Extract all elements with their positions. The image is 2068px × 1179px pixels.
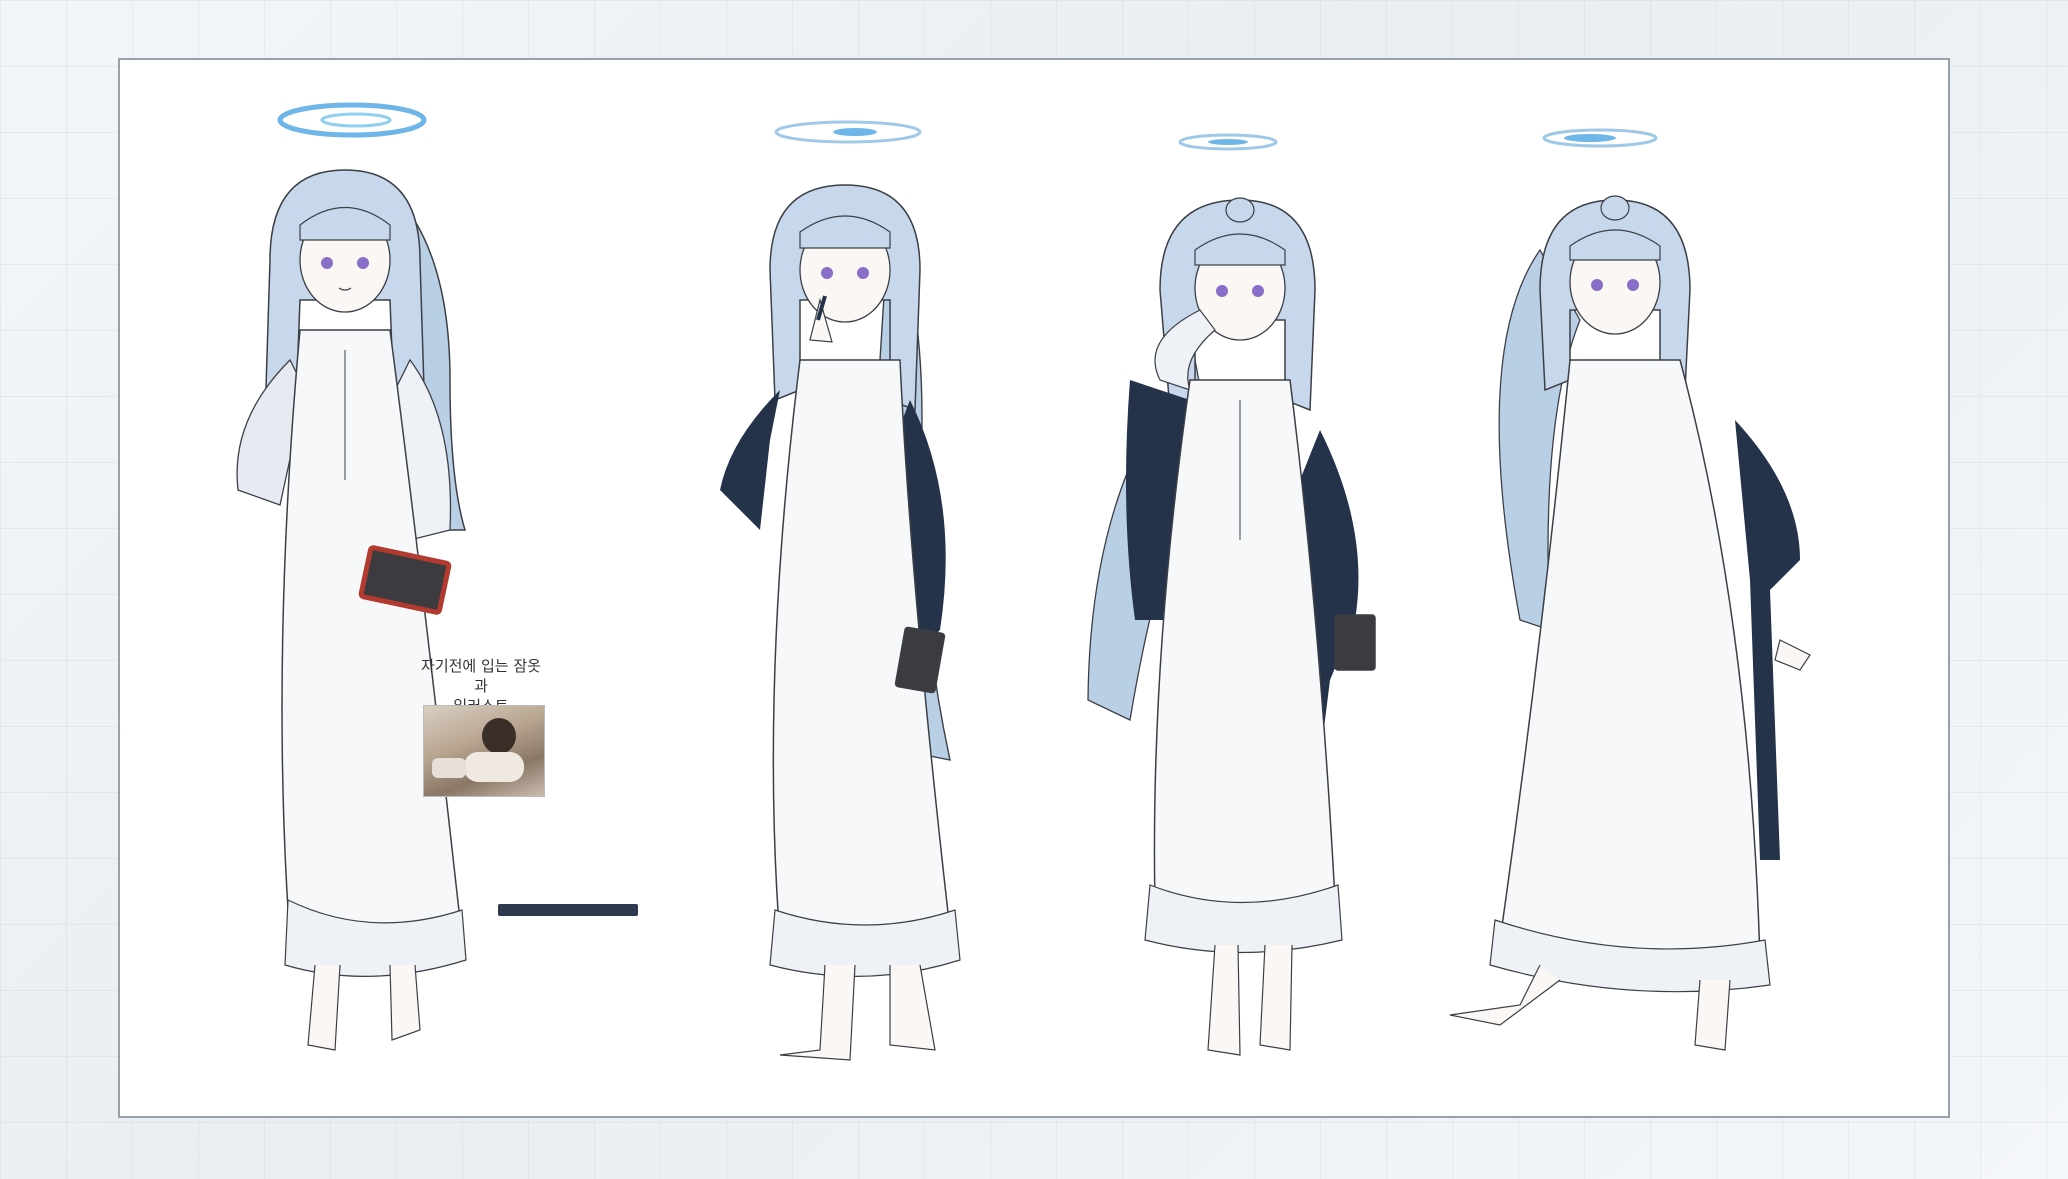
figure-1 [236,102,467,1051]
shawl-color-swatch [498,904,638,916]
book-3 [1334,614,1376,671]
reference-photo [423,705,545,797]
figure-4 [1449,128,1811,1051]
character-sketches [236,102,1811,1061]
figure-2 [720,120,961,1061]
halo-1 [277,102,427,138]
figure-3 [1087,133,1376,1056]
character-sheet-canvas: 자기전에 입는 잠옷과 일러스트 [118,58,1950,1118]
annotation-line-1: 자기전에 입는 잠옷과 [421,657,541,695]
